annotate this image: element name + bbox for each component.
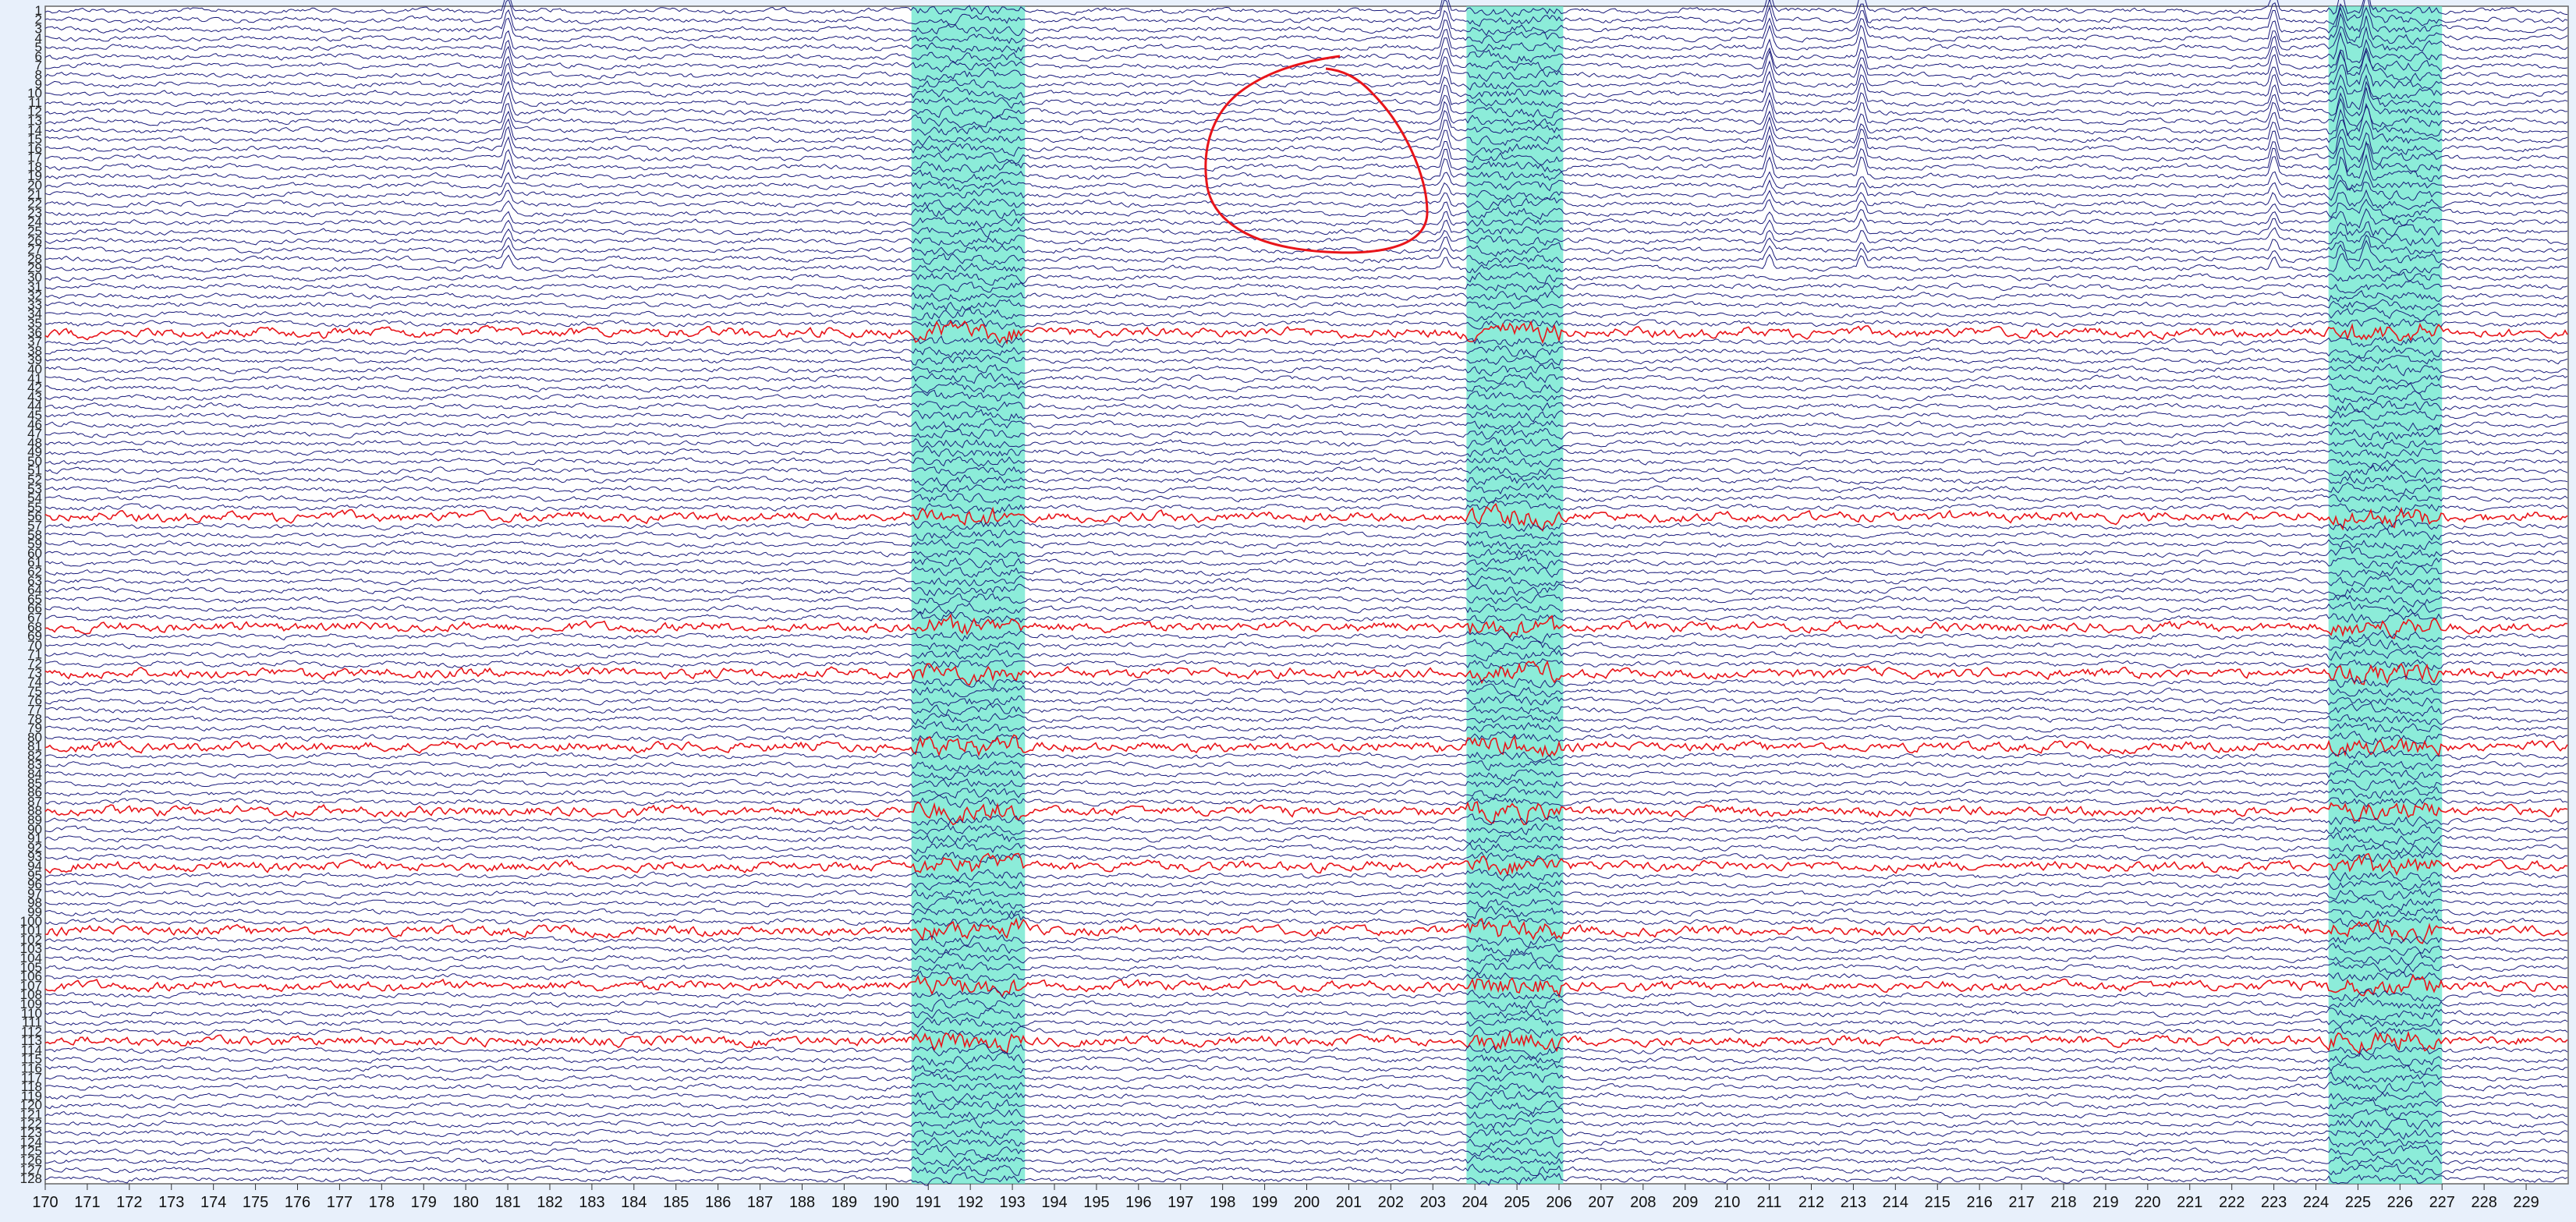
time-label: 214 — [1883, 1194, 1908, 1211]
time-label: 205 — [1504, 1194, 1529, 1211]
time-label: 178 — [369, 1194, 395, 1211]
time-label: 216 — [1966, 1194, 1992, 1211]
time-label: 228 — [2471, 1194, 2496, 1211]
time-label: 211 — [1757, 1194, 1782, 1211]
time-label: 196 — [1125, 1194, 1151, 1211]
time-label: 209 — [1672, 1194, 1698, 1211]
plot-area[interactable] — [44, 5, 2569, 1185]
time-label: 173 — [158, 1194, 184, 1211]
time-label: 179 — [411, 1194, 437, 1211]
time-label: 180 — [452, 1194, 478, 1211]
time-label: 177 — [327, 1194, 353, 1211]
time-label: 210 — [1714, 1194, 1740, 1211]
time-label: 185 — [663, 1194, 689, 1211]
channel-labels: 1234567891011121314151617181920212223242… — [20, 3, 42, 1186]
time-label: 229 — [2513, 1194, 2539, 1211]
eeg-plot[interactable]: 1234567891011121314151617181920212223242… — [0, 0, 2576, 1222]
time-label: 221 — [2177, 1194, 2202, 1211]
time-label: 184 — [621, 1194, 647, 1211]
time-label: 171 — [74, 1194, 100, 1211]
time-label: 203 — [1420, 1194, 1446, 1211]
time-label: 189 — [831, 1194, 857, 1211]
time-label: 204 — [1462, 1194, 1487, 1211]
time-label: 212 — [1798, 1194, 1824, 1211]
time-label: 195 — [1083, 1194, 1109, 1211]
time-label: 217 — [2008, 1194, 2034, 1211]
time-label: 207 — [1588, 1194, 1614, 1211]
highlight-segment-1[interactable] — [911, 6, 1026, 1184]
time-label: 215 — [1925, 1194, 1951, 1211]
highlight-segment-2[interactable] — [1466, 6, 1564, 1184]
time-label: 223 — [2261, 1194, 2287, 1211]
time-label: 176 — [285, 1194, 310, 1211]
time-label: 201 — [1336, 1194, 1362, 1211]
time-label: 188 — [789, 1194, 815, 1211]
time-label: 206 — [1546, 1194, 1571, 1211]
time-label: 213 — [1841, 1194, 1866, 1211]
time-label: 181 — [494, 1194, 520, 1211]
time-label: 194 — [1041, 1194, 1067, 1211]
time-axis: 170 171 172 173 174 175 176 177 178 179 180 181 182 1… — [32, 1184, 2539, 1211]
time-label: 202 — [1378, 1194, 1404, 1211]
eeg-viewer[interactable]: 1 2 3 4 5 6 7 8 9 10 11 12 13 14 15 16 17 18 19 20 21 22 23 24 2… — [0, 0, 2576, 1222]
time-label: 219 — [2092, 1194, 2118, 1211]
time-label: 191 — [916, 1194, 941, 1211]
time-label: 172 — [116, 1194, 142, 1211]
time-label: 193 — [999, 1194, 1025, 1211]
time-label: 174 — [200, 1194, 226, 1211]
time-label: 190 — [873, 1194, 899, 1211]
time-label: 192 — [957, 1194, 983, 1211]
time-label: 186 — [705, 1194, 731, 1211]
time-label: 224 — [2303, 1194, 2329, 1211]
time-label: 198 — [1210, 1194, 1235, 1211]
time-label: 220 — [2135, 1194, 2160, 1211]
time-label: 226 — [2387, 1194, 2413, 1211]
time-label: 175 — [243, 1194, 268, 1211]
channel-label: 128 — [20, 1171, 42, 1186]
time-label: 183 — [579, 1194, 604, 1211]
time-label: 225 — [2345, 1194, 2371, 1211]
time-label: 199 — [1252, 1194, 1277, 1211]
time-label: 170 — [32, 1194, 58, 1211]
time-label: 227 — [2429, 1194, 2455, 1211]
time-label: 208 — [1630, 1194, 1656, 1211]
time-label: 218 — [2050, 1194, 2076, 1211]
time-label: 222 — [2219, 1194, 2245, 1211]
time-label: 187 — [747, 1194, 773, 1211]
time-label: 200 — [1294, 1194, 1320, 1211]
time-label: 182 — [537, 1194, 562, 1211]
time-label: 197 — [1168, 1194, 1193, 1211]
